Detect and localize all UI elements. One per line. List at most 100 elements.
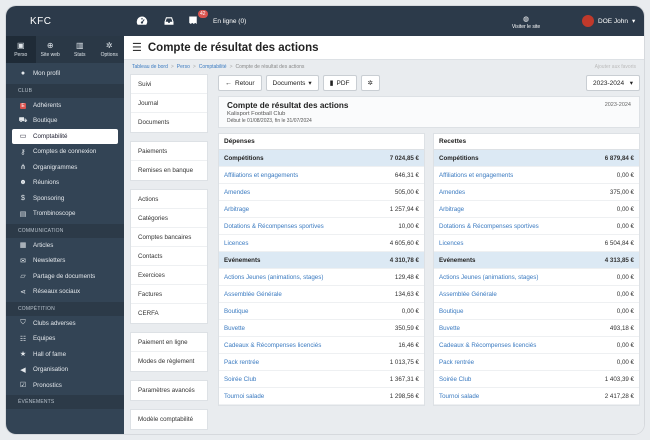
- sidebar-item-reunions[interactable]: ☻ Réunions: [6, 175, 124, 191]
- sidebar-item-reseaux-sociaux[interactable]: ⋖ Réseaux sociaux: [6, 284, 124, 300]
- account-link[interactable]: Affiliations et engagements: [224, 172, 298, 179]
- account-link[interactable]: Cadeaux & Récompenses licenciés: [224, 342, 321, 349]
- sidebar-item-comptabilite[interactable]: ▭ Comptabilité: [12, 128, 118, 144]
- table-row: Actions Jeunes (animations, stages) 129,4…: [219, 269, 424, 286]
- table-row: Tournoi salade 2 417,28 €: [434, 388, 639, 405]
- account-link[interactable]: Amendes: [439, 189, 465, 196]
- sidebar-item-comptes-connexion[interactable]: ⚷ Comptes de connexion: [6, 144, 124, 160]
- submenu-parametres-avances[interactable]: Paramètres avancés: [131, 381, 207, 400]
- account-link[interactable]: Arbitrage: [224, 206, 249, 213]
- inbox-icon[interactable]: [163, 15, 175, 27]
- caret-down-icon: ▾: [308, 80, 312, 87]
- brand-logo[interactable]: KFC: [30, 16, 52, 27]
- submenu-cerfa[interactable]: CERFA: [131, 304, 207, 323]
- settings-button[interactable]: ✲: [360, 75, 380, 91]
- account-link[interactable]: Pack rentrée: [439, 359, 474, 366]
- submenu-documents[interactable]: Documents: [131, 113, 207, 132]
- account-link[interactable]: Buvette: [224, 325, 245, 332]
- sidebar-item-clubs-adverses[interactable]: ⛉ Clubs adverses: [6, 316, 124, 332]
- account-link[interactable]: Boutique: [439, 308, 463, 315]
- submenu-remises-banque[interactable]: Remises en banque: [131, 161, 207, 180]
- year-select[interactable]: 2023-2024 ▾: [586, 75, 640, 91]
- account-link[interactable]: Tournoi salade: [439, 393, 479, 400]
- account-link[interactable]: Pack rentrée: [224, 359, 259, 366]
- account-link[interactable]: Cadeaux & Récompenses licenciés: [439, 342, 536, 349]
- account-link[interactable]: Buvette: [439, 325, 460, 332]
- photo-icon: ▤: [19, 210, 27, 218]
- account-link[interactable]: Licences: [224, 240, 248, 247]
- documents-dropdown[interactable]: Documents ▾: [265, 75, 319, 91]
- amount-value: 0,00 €: [616, 290, 634, 298]
- breadcrumb-comptabilite[interactable]: Comptabilité: [199, 64, 227, 70]
- sidebar-item-articles[interactable]: ▦ Articles: [6, 238, 124, 254]
- category-label: Evénements: [439, 256, 476, 264]
- sidebar-item-equipes[interactable]: ☷ Equipes: [6, 331, 124, 347]
- sidebar-item-hall-of-fame[interactable]: ★ Hall of fame: [6, 347, 124, 363]
- account-link[interactable]: Actions Jeunes (animations, stages): [224, 274, 323, 281]
- tab-options[interactable]: ✲ Options: [95, 36, 125, 63]
- tab-site-web[interactable]: ⊕ Site web: [36, 36, 66, 63]
- account-link[interactable]: Dotations & Récompenses sportives: [224, 223, 324, 230]
- tab-stats[interactable]: ▥ Stats: [65, 36, 95, 63]
- sidebar-item-organigrammes[interactable]: ⋔ Organigrammes: [6, 160, 124, 176]
- submenu-paiements[interactable]: Paiements: [131, 142, 207, 161]
- sidebar-item-pronostics[interactable]: ☑ Pronostics: [6, 378, 124, 394]
- account-link[interactable]: Dotations & Récompenses sportives: [439, 223, 539, 230]
- submenu-actions[interactable]: Actions: [131, 190, 207, 209]
- star-icon: ★: [19, 351, 27, 359]
- account-link[interactable]: Licences: [439, 240, 463, 247]
- notification-icon[interactable]: [187, 15, 199, 27]
- account-link[interactable]: Soirée Club: [224, 376, 256, 383]
- submenu-categories[interactable]: Catégories: [131, 209, 207, 228]
- table-row: Buvette 350,59 €: [219, 320, 424, 337]
- sidebar-item-trombinoscope[interactable]: ▤ Trombinoscope: [6, 206, 124, 222]
- club-name: Kalisport Football Club: [227, 111, 286, 117]
- breadcrumb-perso[interactable]: Perso: [177, 64, 190, 70]
- submenu-comptes-bancaires[interactable]: Comptes bancaires: [131, 228, 207, 247]
- article-icon: ▦: [19, 242, 27, 250]
- dashboard-icon[interactable]: [136, 15, 148, 27]
- account-link[interactable]: Affiliations et engagements: [439, 172, 513, 179]
- table-row: Cadeaux & Récompenses licenciés 16,46 €: [219, 337, 424, 354]
- breadcrumb-dashboard[interactable]: Tableau de bord: [132, 64, 168, 70]
- account-link[interactable]: Boutique: [224, 308, 248, 315]
- submenu-modele-comptabilite[interactable]: Modèle comptabilité: [131, 410, 207, 429]
- sidebar-item-organisation[interactable]: ◀ Organisation: [6, 362, 124, 378]
- visit-site-link[interactable]: ◍ Visiter le site: [506, 15, 546, 30]
- add-favorite-link[interactable]: Ajouter aux favoris: [595, 64, 636, 70]
- submenu-factures[interactable]: Factures: [131, 285, 207, 304]
- tab-perso[interactable]: ▣ Perso: [6, 36, 36, 63]
- back-button[interactable]: ← Retour: [218, 75, 262, 91]
- submenu-modes-reglement[interactable]: Modes de règlement: [131, 352, 207, 371]
- sitemap-icon: ⋔: [20, 164, 26, 172]
- pdf-button[interactable]: ▮ PDF: [322, 75, 357, 91]
- sidebar-item-sponsoring[interactable]: $ Sponsoring: [6, 191, 124, 207]
- account-link[interactable]: Assemblée Générale: [224, 291, 282, 298]
- submenu-journal[interactable]: Journal: [131, 94, 207, 113]
- account-link[interactable]: Actions Jeunes (animations, stages): [439, 274, 538, 281]
- account-link[interactable]: Assemblée Générale: [439, 291, 497, 298]
- toolbar: ← Retour Documents ▾ ▮ PDF ✲ 2023-2024 ▾: [218, 74, 640, 92]
- account-link[interactable]: Soirée Club: [439, 376, 471, 383]
- sidebar-item-profile[interactable]: ● Mon profil: [6, 66, 124, 82]
- sidebar-item-partage-documents[interactable]: ▱ Partage de documents: [6, 269, 124, 285]
- report-content: ← Retour Documents ▾ ▮ PDF ✲ 2023-2024 ▾: [218, 74, 640, 406]
- sidebar-item-adherents[interactable]: E Adhérents: [6, 98, 124, 114]
- submenu-contacts[interactable]: Contacts: [131, 247, 207, 266]
- user-menu[interactable]: DOE John ▾: [582, 15, 635, 27]
- sidebar-item-boutique[interactable]: ⛟ Boutique: [6, 113, 124, 129]
- account-link[interactable]: Amendes: [224, 189, 250, 196]
- sidebar-item-newsletters[interactable]: ✉ Newsletters: [6, 253, 124, 269]
- submenu-exercices[interactable]: Exercices: [131, 266, 207, 285]
- members-icon: E: [20, 102, 26, 109]
- meeting-icon: ☻: [19, 179, 27, 187]
- submenu-suivi[interactable]: Suivi: [131, 75, 207, 94]
- amount-value: 493,18 €: [609, 324, 634, 332]
- online-status[interactable]: En ligne (0): [213, 18, 246, 25]
- amount-value: 0,00 €: [616, 171, 634, 179]
- submenu-paiement-en-ligne[interactable]: Paiement en ligne: [131, 333, 207, 352]
- account-link[interactable]: Arbitrage: [439, 206, 464, 213]
- table-row: Licences 6 504,84 €: [434, 235, 639, 252]
- accounting-submenu: Suivi Journal Documents Paiements Remise…: [130, 74, 208, 434]
- account-link[interactable]: Tournoi salade: [224, 393, 264, 400]
